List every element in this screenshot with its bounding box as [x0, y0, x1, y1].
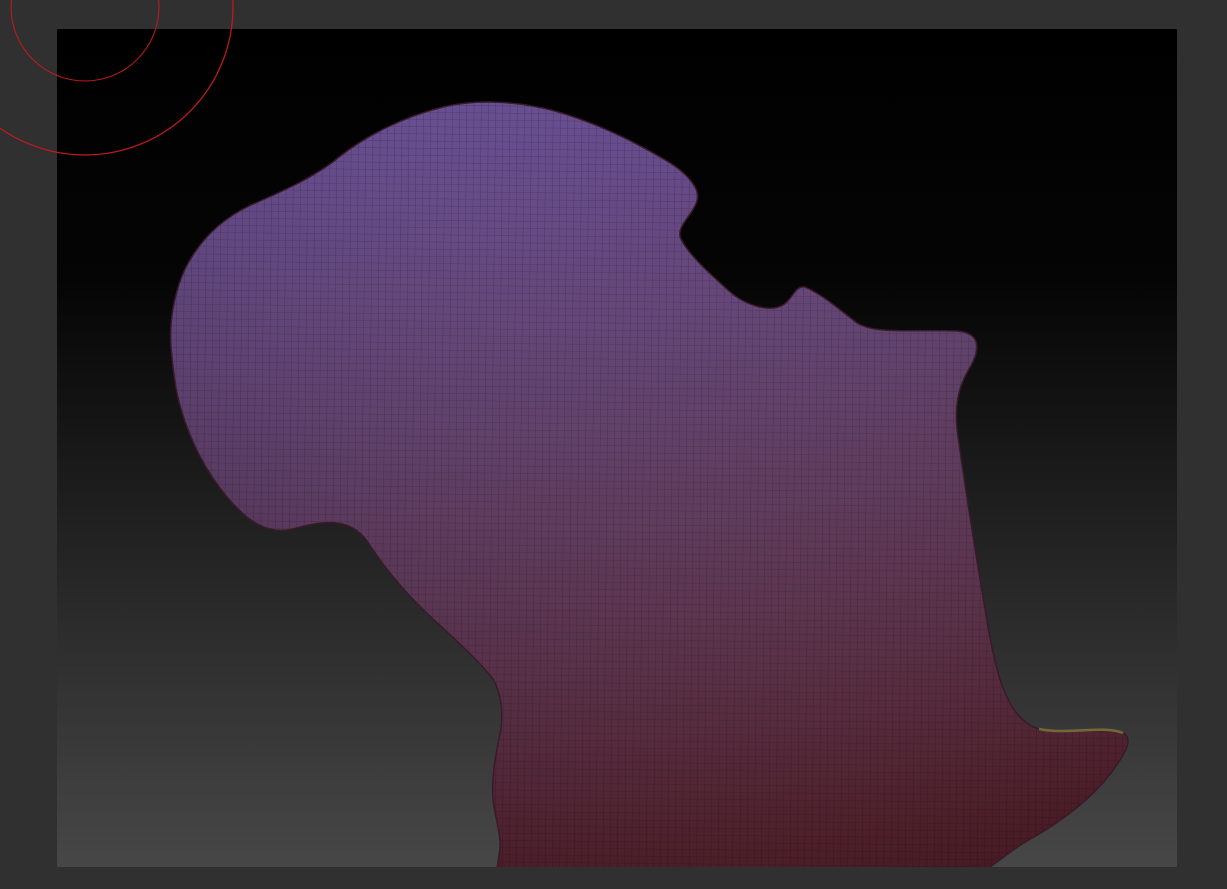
viewport-canvas[interactable]	[57, 29, 1177, 867]
app-frame	[0, 0, 1227, 889]
3d-viewport[interactable]	[57, 29, 1177, 867]
